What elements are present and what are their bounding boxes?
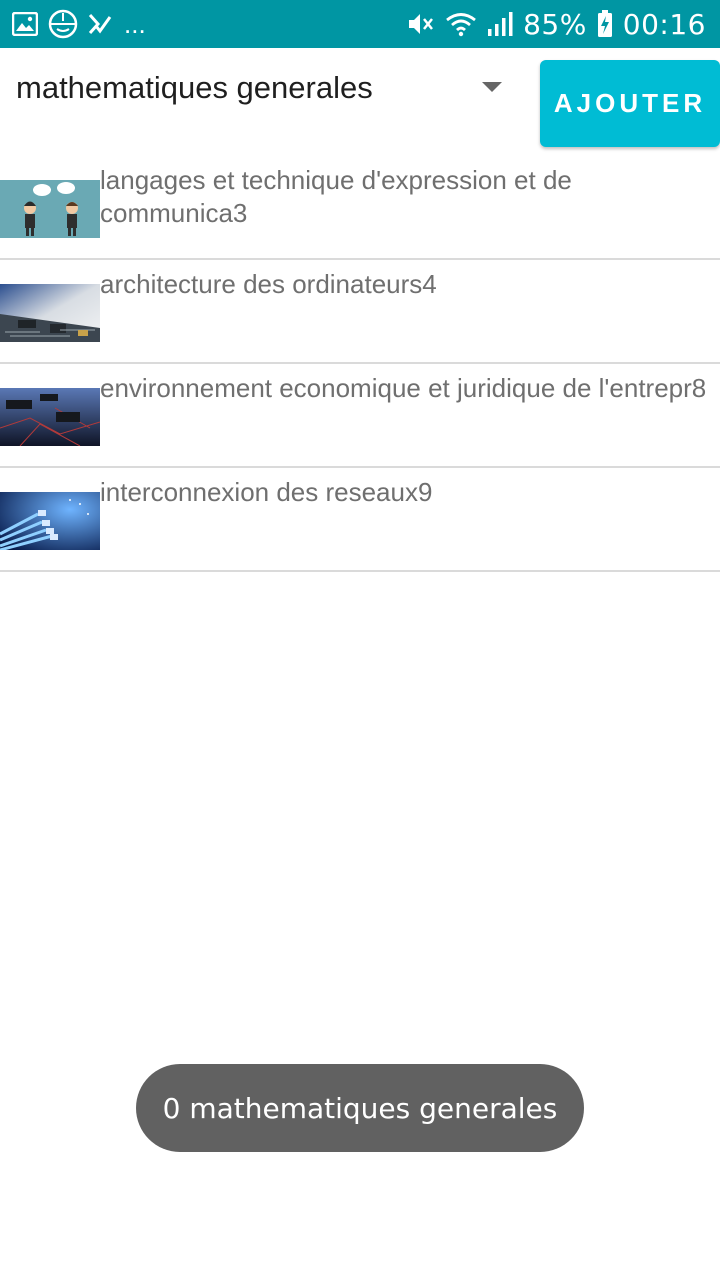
people-talking-thumbnail [0,180,100,238]
spinner-selected-value: mathematiques generales [16,70,373,105]
status-bar-left: ... [12,9,146,39]
list-item[interactable]: langages et technique d'expression et de… [0,156,720,260]
image-icon [12,12,38,36]
circuit-board-thumbnail [0,284,100,342]
toast-message: 0 mathematiques generales [136,1064,584,1152]
header-row: mathematiques generales AJOUTER [0,48,720,156]
subject-list: langages et technique d'expression et de… [0,156,720,572]
list-item-title: interconnexion des reseaux9 [100,477,433,507]
list-item-title: langages et technique d'expression et de… [100,165,572,228]
subject-spinner[interactable]: mathematiques generales [0,48,520,128]
list-item[interactable]: environnement economique et juridique de… [0,364,720,468]
wifi-icon [445,11,477,37]
list-item-title: environnement economique et juridique de… [100,373,707,403]
clock: 00:16 [622,7,706,41]
status-overflow: ... [124,9,146,39]
chips-network-thumbnail [0,388,100,446]
dropdown-arrow-icon[interactable] [482,82,502,92]
signal-icon [487,11,513,37]
network-cables-thumbnail [0,492,100,550]
mute-icon [407,11,435,37]
battery-percent: 85% [523,7,587,41]
battery-charging-icon [597,10,613,38]
list-item-title: architecture des ordinateurs4 [100,269,437,299]
list-item[interactable]: architecture des ordinateurs4 [0,260,720,364]
status-bar-right: 85% 00:16 [407,8,706,41]
check-icon [88,12,112,36]
app-logo-icon [48,9,78,39]
status-bar: ... 85% 00:16 [0,0,720,48]
add-button[interactable]: AJOUTER [540,60,720,147]
list-item[interactable]: interconnexion des reseaux9 [0,468,720,572]
